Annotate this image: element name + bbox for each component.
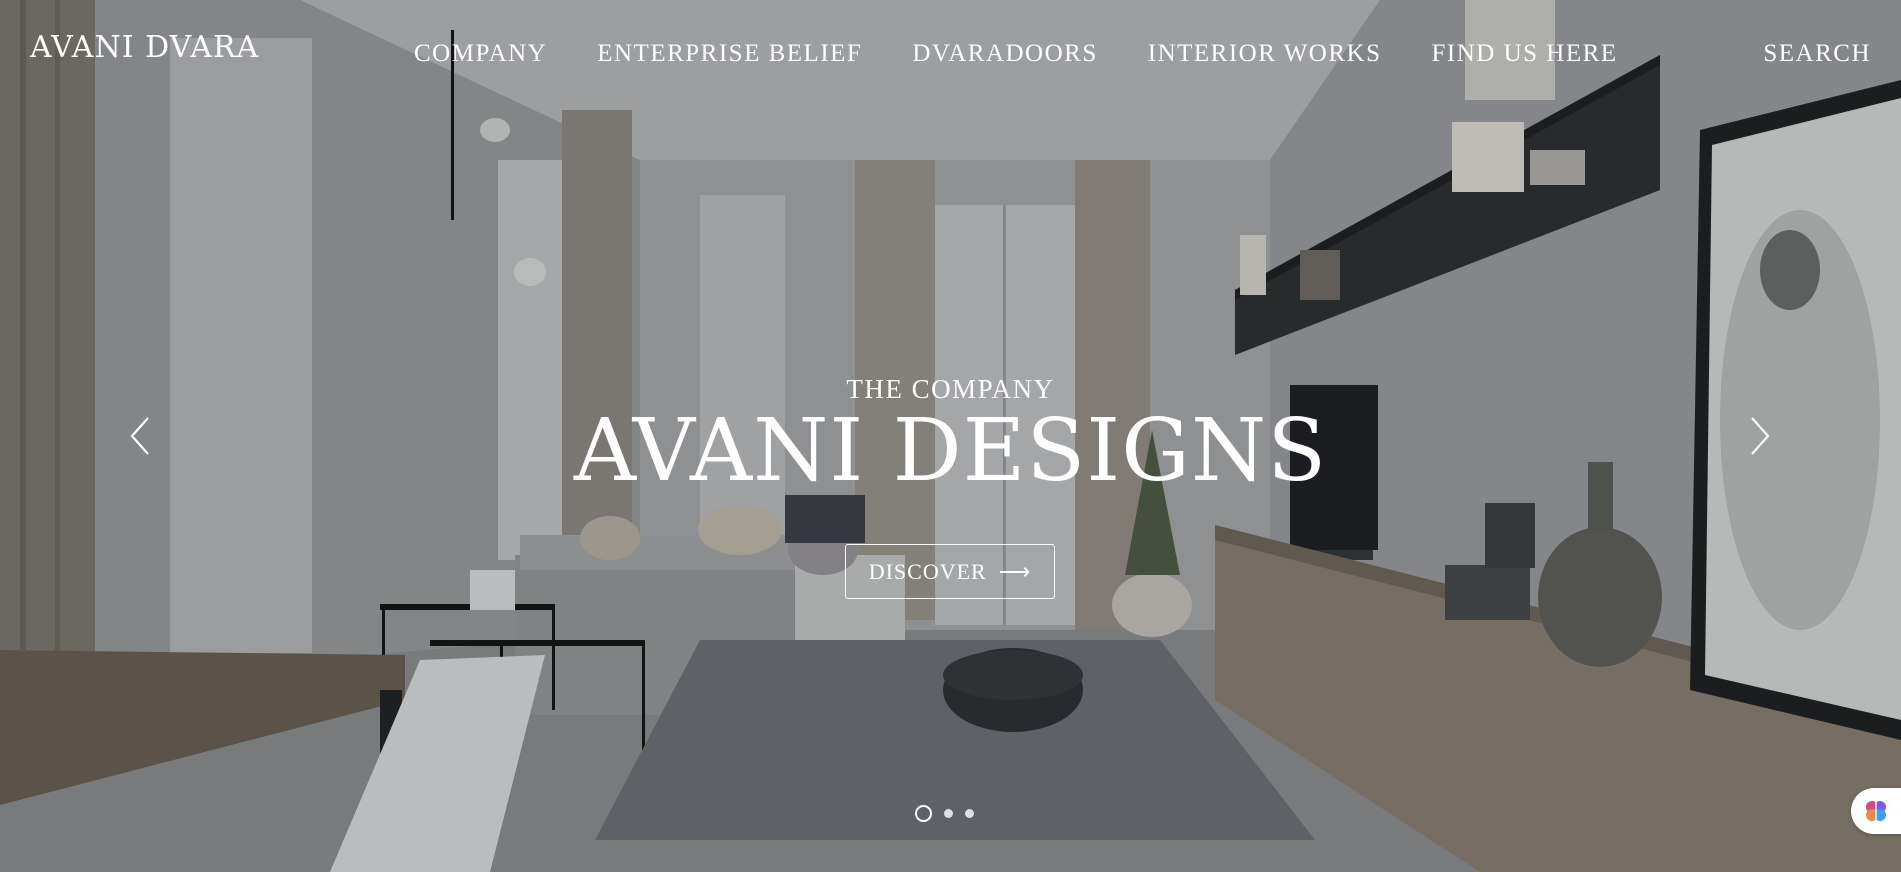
nav-item-interior-works[interactable]: INTERIOR WORKS <box>1148 40 1382 68</box>
slider-dot-1[interactable] <box>915 805 932 822</box>
nav-item-find-us-here[interactable]: FIND US HERE <box>1431 40 1617 68</box>
assistant-widget-button[interactable] <box>1851 788 1901 834</box>
hero-slider: AVANI DVARA COMPANY ENTERPRISE BELIEF DV… <box>0 0 1901 872</box>
chevron-right-icon <box>1751 417 1770 455</box>
brand-logo[interactable]: AVANI DVARA <box>30 30 259 65</box>
slider-dot-2[interactable] <box>944 809 953 818</box>
search-link[interactable]: SEARCH <box>1763 40 1871 68</box>
slider-pagination <box>915 805 974 822</box>
discover-button-label: DISCOVER <box>868 558 987 584</box>
nav-item-enterprise-belief[interactable]: ENTERPRISE BELIEF <box>597 40 862 68</box>
brain-icon <box>1866 801 1886 821</box>
slider-prev-button[interactable] <box>122 412 162 460</box>
main-nav: COMPANY ENTERPRISE BELIEF DVARADOORS INT… <box>414 40 1618 68</box>
arrow-right-icon: ⟶ <box>998 558 1032 584</box>
nav-item-company[interactable]: COMPANY <box>414 40 547 68</box>
discover-button[interactable]: DISCOVER ⟶ <box>845 544 1055 599</box>
slider-next-button[interactable] <box>1738 412 1778 460</box>
nav-item-dvaradoors[interactable]: DVARADOORS <box>912 40 1097 68</box>
hero-headline: AVANI DESIGNS <box>573 401 1328 501</box>
chevron-left-icon <box>130 417 149 455</box>
slider-dot-3[interactable] <box>965 809 974 818</box>
